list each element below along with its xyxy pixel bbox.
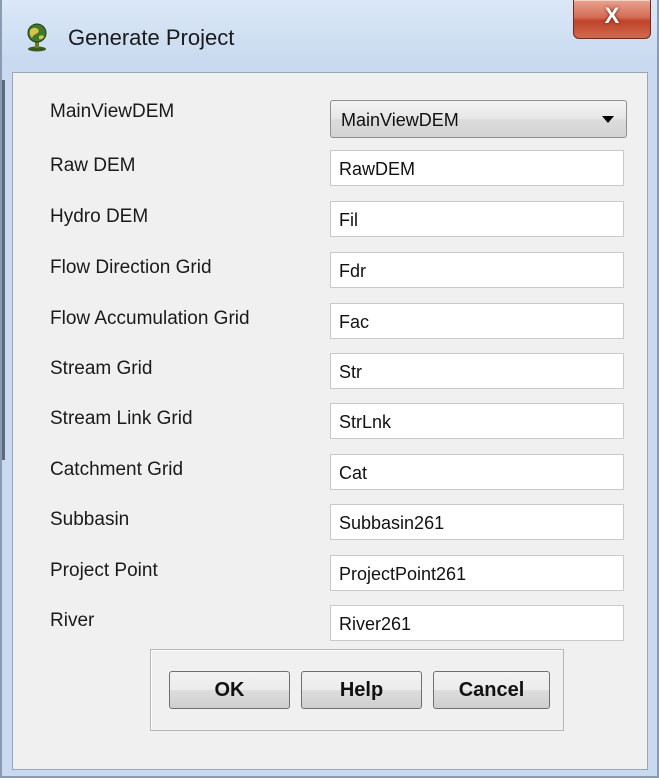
subbasin-input[interactable]: Subbasin261 <box>330 504 624 540</box>
hydro-dem-input[interactable]: Fil <box>330 201 624 237</box>
main-view-dem-dropdown[interactable]: MainViewDEM <box>330 100 627 138</box>
title-bar[interactable]: Generate Project X <box>2 0 657 70</box>
stream-link-grid-label: Stream Link Grid <box>50 408 193 429</box>
chevron-down-icon <box>602 116 614 123</box>
flow-accumulation-grid-label: Flow Accumulation Grid <box>50 308 250 329</box>
project-point-label: Project Point <box>50 560 158 581</box>
help-button[interactable]: Help <box>301 671 422 709</box>
close-icon: X <box>604 3 620 28</box>
subbasin-label: Subbasin <box>50 509 130 530</box>
main-view-dem-label: MainViewDEM <box>50 101 175 122</box>
stream-grid-input[interactable]: Str <box>330 353 624 389</box>
window-edge-strip <box>2 80 5 460</box>
cancel-button[interactable]: Cancel <box>433 671 550 709</box>
project-point-input[interactable]: ProjectPoint261 <box>330 555 624 591</box>
ok-button[interactable]: OK <box>169 671 290 709</box>
flow-direction-grid-input[interactable]: Fdr <box>330 252 624 288</box>
globe-app-icon <box>27 23 47 52</box>
dialog-client-area: MainViewDEM MainViewDEM Raw DEM RawDEM H… <box>12 72 648 770</box>
catchment-grid-label: Catchment Grid <box>50 459 184 480</box>
button-group: OK Help Cancel <box>150 649 564 731</box>
river-input[interactable]: River261 <box>330 605 624 641</box>
raw-dem-label: Raw DEM <box>50 155 136 176</box>
hydro-dem-label: Hydro DEM <box>50 206 149 227</box>
stream-link-grid-input[interactable]: StrLnk <box>330 403 624 439</box>
flow-direction-grid-label: Flow Direction Grid <box>50 257 212 278</box>
window-title: Generate Project <box>68 25 235 50</box>
river-label: River <box>50 610 95 631</box>
flow-accumulation-grid-input[interactable]: Fac <box>330 303 624 339</box>
close-button[interactable]: X <box>573 0 651 39</box>
catchment-grid-input[interactable]: Cat <box>330 454 624 490</box>
raw-dem-input[interactable]: RawDEM <box>330 150 624 186</box>
main-view-dem-selected: MainViewDEM <box>341 110 459 130</box>
generate-project-dialog: Generate Project X MainViewDEM MainViewD… <box>0 0 659 778</box>
stream-grid-label: Stream Grid <box>50 358 153 379</box>
